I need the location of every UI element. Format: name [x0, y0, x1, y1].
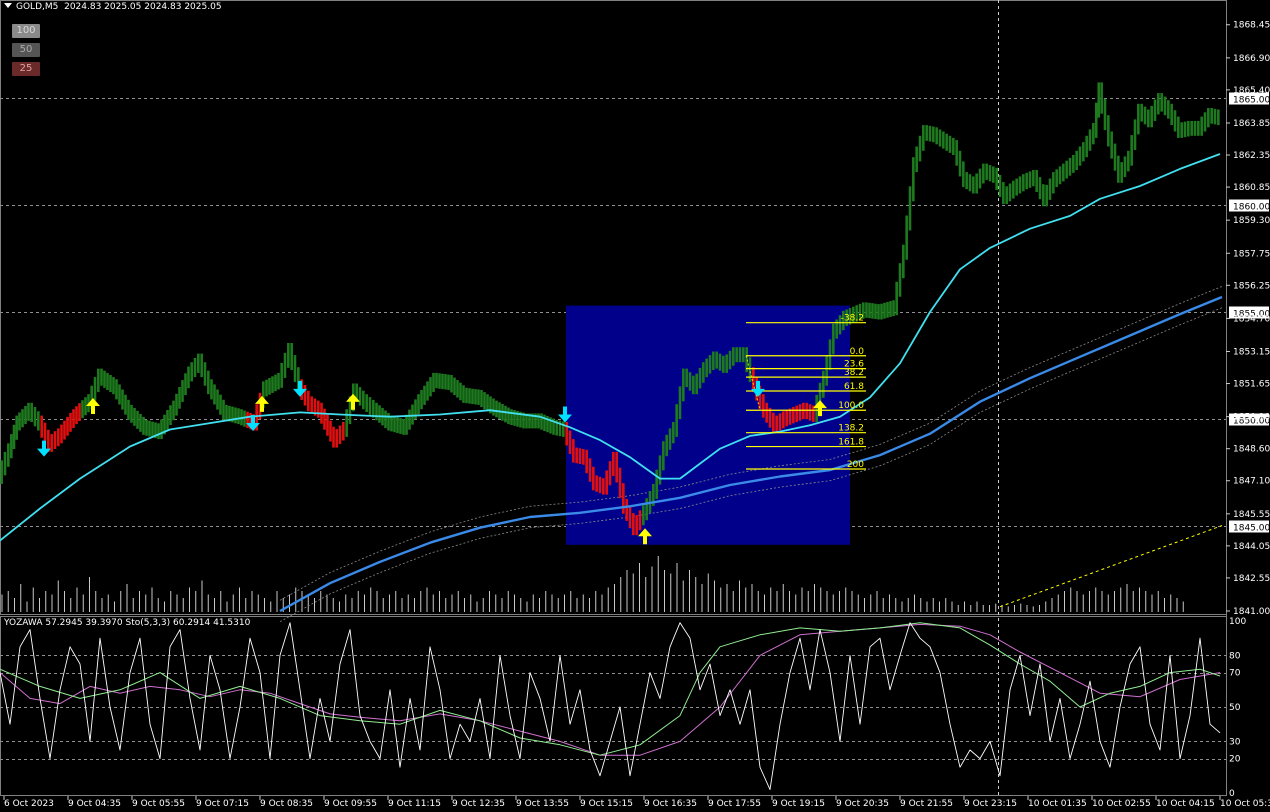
osc-tick-label: 30: [1229, 737, 1241, 747]
time-tick-label: 9 Oct 17:55: [708, 799, 761, 809]
chart-header: GOLD,M5 2024.83 2025.05 2024.83 2025.05: [4, 2, 222, 12]
stoch-signal-line: [0, 623, 1221, 756]
osc-tick-label: 70: [1229, 669, 1241, 679]
osc-frame: [0, 616, 1227, 796]
time-tick-label: 9 Oct 11:15: [388, 799, 441, 809]
fib-level-label: 138.2: [838, 424, 864, 434]
time-tick-label: 9 Oct 23:15: [964, 799, 1017, 809]
osc-tick-label: 50: [1229, 703, 1241, 713]
time-tick-label: 9 Oct 20:35: [836, 799, 889, 809]
zoom-50-button[interactable]: 50: [12, 43, 40, 57]
time-tick-label: 10 Oct 05:35: [1220, 799, 1270, 809]
fib-level-label: 0.0: [850, 347, 865, 357]
price-level-label: 1860.00: [1233, 203, 1270, 213]
time-tick-label: 10 Oct 01:35: [1028, 799, 1087, 809]
fib-level-label: 38.2: [844, 368, 864, 378]
symbol-timeframe: GOLD,M5: [16, 2, 59, 12]
fib-level-label: 100.0: [838, 401, 864, 411]
time-tick-label: 9 Oct 21:55: [900, 799, 953, 809]
fib-level-label: 200: [847, 460, 864, 470]
price-tick-label: 1853.15: [1233, 348, 1270, 358]
fib-level-label: -38.2: [841, 314, 864, 324]
indicator-header: YOZAWA 57.2945 39.3970 Sto(5,3,3) 60.291…: [4, 618, 251, 628]
price-tick-label: 1857.75: [1233, 249, 1270, 259]
price-tick-label: 1854.70: [1233, 314, 1270, 324]
fib-level-label: 161.8: [838, 438, 864, 448]
price-tick-label: 1841.00: [1233, 607, 1270, 617]
price-tick-label: 1845.55: [1233, 510, 1270, 520]
projection-line: [999, 525, 1223, 608]
time-tick-label: 9 Oct 08:35: [260, 799, 313, 809]
time-tick-label: 9 Oct 15:15: [580, 799, 633, 809]
time-tick-label: 10 Oct 04:15: [1156, 799, 1215, 809]
zoom-25-button[interactable]: 25: [12, 62, 40, 76]
price-tick-label: 1866.90: [1233, 54, 1270, 64]
price-tick-label: 1856.25: [1233, 281, 1270, 291]
price-tick-label: 1848.60: [1233, 445, 1270, 455]
price-tick-label: 1863.85: [1233, 119, 1270, 129]
time-tick-label: 9 Oct 13:55: [516, 799, 569, 809]
price-tick-label: 1862.35: [1233, 151, 1270, 161]
stochastic-oscillator: [0, 622, 1221, 791]
time-tick-label: 6 Oct 2023: [4, 799, 54, 809]
time-tick-label: 9 Oct 12:35: [452, 799, 505, 809]
osc-tick-label: 80: [1229, 651, 1241, 661]
fib-level-label: 61.8: [844, 382, 864, 392]
time-tick-label: 9 Oct 19:15: [772, 799, 825, 809]
price-level-label: 1865.00: [1233, 96, 1270, 106]
volume-histogram: [1, 556, 1184, 612]
price-tick-label: 1844.05: [1233, 542, 1270, 552]
price-tick-label: 1847.10: [1233, 477, 1270, 487]
price-level-label: 1845.00: [1233, 524, 1270, 534]
yozawa-line: [0, 622, 1221, 791]
ohlc-values: 2024.83 2025.05 2024.83 2025.05: [64, 2, 222, 12]
price-tick-label: 1842.55: [1233, 574, 1270, 584]
time-tick-label: 9 Oct 09:55: [324, 799, 377, 809]
zoom-100-button[interactable]: 100: [12, 24, 40, 38]
time-tick-label: 9 Oct 07:15: [196, 799, 249, 809]
price-tick-label: 1850.10: [1233, 413, 1270, 423]
menu-triangle-icon[interactable]: [4, 3, 12, 8]
stoch-main-line: [0, 622, 1221, 756]
chart-canvas[interactable]: -38.20.023.638.261.8100.0138.2161.8200 1…: [0, 0, 1270, 812]
osc-tick-label: 0: [1229, 789, 1235, 799]
price-tick-label: 1868.45: [1233, 21, 1270, 31]
time-tick-label: 9 Oct 04:35: [68, 799, 121, 809]
osc-tick-label: 20: [1229, 755, 1241, 765]
price-tick-label: 1851.65: [1233, 380, 1270, 390]
time-tick-label: 9 Oct 16:35: [644, 799, 697, 809]
time-tick-label: 9 Oct 05:55: [132, 799, 185, 809]
price-tick-label: 1865.40: [1233, 86, 1270, 96]
osc-tick-label: 100: [1229, 617, 1246, 627]
time-tick-label: 10 Oct 02:55: [1092, 799, 1151, 809]
price-tick-label: 1860.85: [1233, 183, 1270, 193]
price-tick-label: 1859.30: [1233, 216, 1270, 226]
